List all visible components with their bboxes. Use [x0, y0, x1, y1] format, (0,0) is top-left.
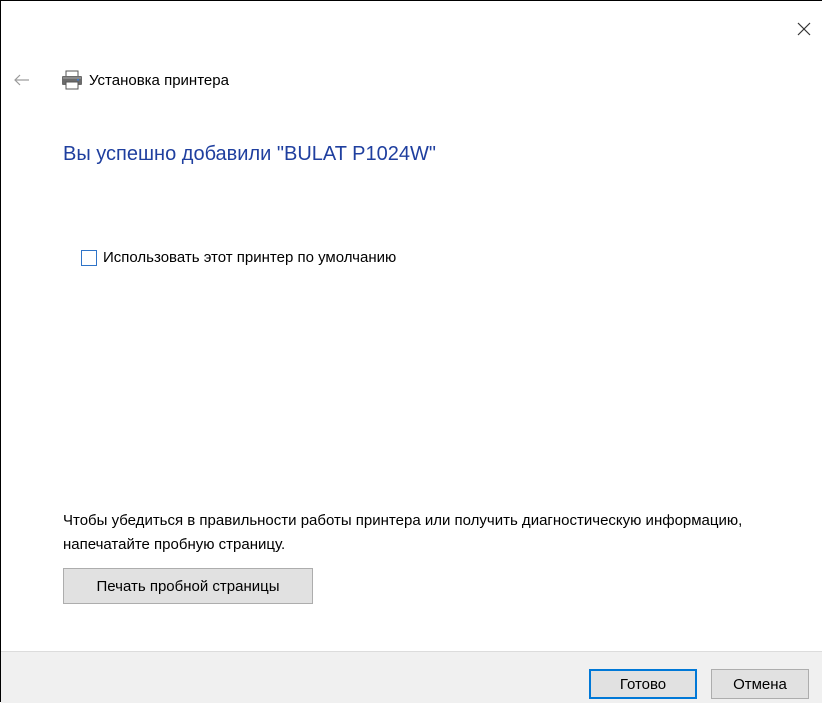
success-heading: Вы успешно добавили "BULAT P1024W" [63, 143, 436, 165]
footer-bar [1, 651, 822, 703]
finish-button[interactable]: Готово [589, 669, 697, 699]
wizard-header: Установка принтера [61, 67, 229, 93]
wizard-title: Установка принтера [89, 71, 229, 89]
printer-setup-window: Установка принтера Вы успешно добавили "… [0, 0, 822, 703]
close-icon [797, 22, 811, 36]
back-arrow-icon [14, 74, 29, 86]
default-printer-checkbox[interactable] [81, 249, 97, 266]
default-printer-checkbox-row[interactable]: Использовать этот принтер по умолчанию [81, 249, 396, 266]
test-page-info-text: Чтобы убедиться в правильности работы пр… [63, 512, 743, 553]
default-printer-label[interactable]: Использовать этот принтер по умолчанию [103, 249, 396, 266]
back-button[interactable] [11, 69, 33, 91]
printer-icon [62, 70, 82, 90]
cancel-button[interactable]: Отмена [711, 669, 809, 699]
close-button[interactable] [786, 11, 822, 47]
print-test-page-button[interactable]: Печать пробной страницы [63, 568, 313, 604]
